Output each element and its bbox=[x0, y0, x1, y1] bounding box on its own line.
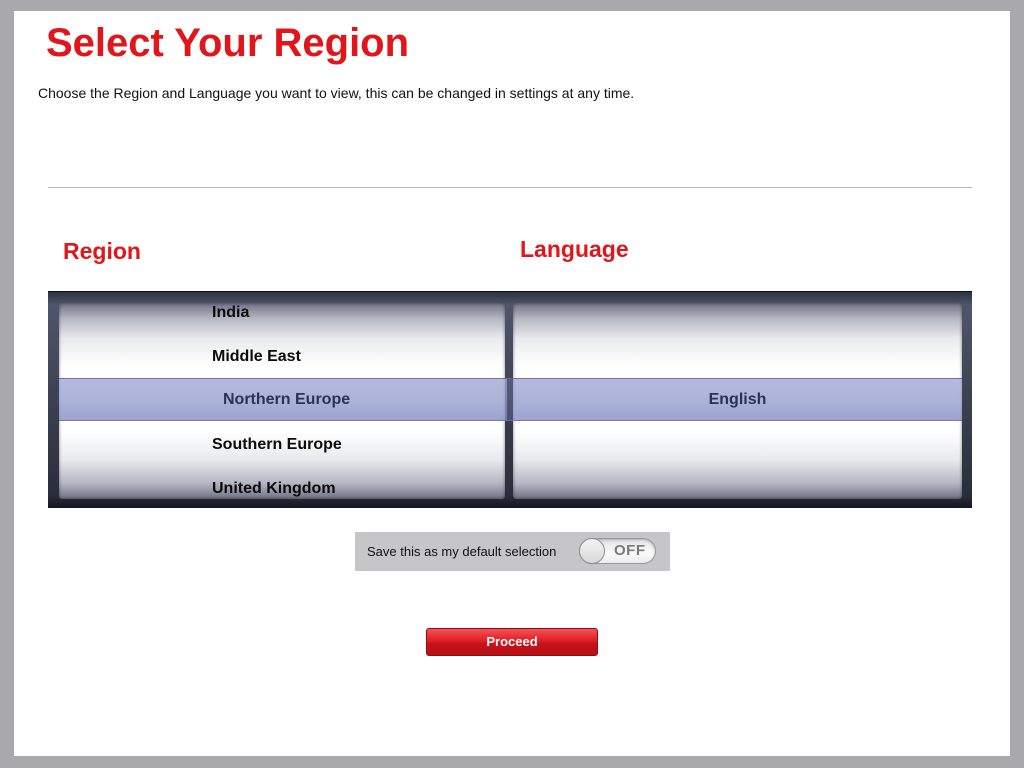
region-option-middle-east[interactable]: Middle East bbox=[59, 335, 505, 379]
language-column-heading: Language bbox=[520, 236, 629, 262]
picker-selection-bar: Northern Europe English bbox=[59, 378, 962, 421]
selected-region[interactable]: Northern Europe bbox=[223, 379, 350, 421]
default-selection-label: Save this as my default selection bbox=[367, 544, 557, 559]
page-subtitle: Choose the Region and Language you want … bbox=[38, 85, 635, 101]
toggle-knob[interactable] bbox=[579, 538, 605, 564]
default-selection-toggle[interactable]: OFF bbox=[579, 538, 656, 564]
toggle-state-label: OFF bbox=[614, 542, 646, 559]
divider bbox=[48, 187, 972, 188]
page-title: Select Your Region bbox=[46, 21, 410, 65]
region-selection-page: Select Your Region Choose the Region and… bbox=[14, 11, 1010, 756]
region-option-india[interactable]: India bbox=[59, 303, 505, 335]
selected-language[interactable]: English bbox=[513, 379, 962, 421]
region-option-united-kingdom[interactable]: United Kingdom bbox=[59, 467, 505, 499]
default-selection-row: Save this as my default selection OFF bbox=[355, 532, 670, 571]
region-option-southern-europe[interactable]: Southern Europe bbox=[59, 423, 505, 467]
proceed-button[interactable]: Proceed bbox=[426, 628, 598, 656]
region-language-picker: India Middle East Southern Europe United… bbox=[48, 291, 972, 508]
region-column-heading: Region bbox=[63, 238, 141, 264]
